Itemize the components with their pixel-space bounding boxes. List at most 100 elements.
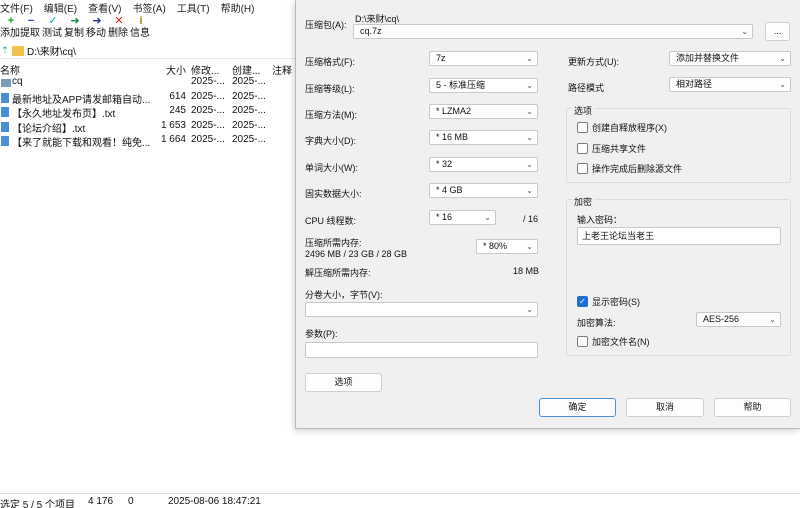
enc-method-value: AES-256 xyxy=(703,314,740,324)
col-modified[interactable]: 修改... xyxy=(191,62,219,77)
method-value: * LZMA2 xyxy=(436,106,472,116)
col-comment[interactable]: 注释 xyxy=(272,62,292,77)
copy-button[interactable]: ➜ 复制 xyxy=(64,14,86,42)
params-label: 参数(P): xyxy=(305,329,338,339)
move-icon: ➜ xyxy=(92,15,102,27)
encrypt-names-checkbox[interactable]: 加密文件名(N) xyxy=(577,335,650,348)
row-created: 2025-... xyxy=(232,119,266,131)
sfx-checkbox[interactable]: 创建自释放程序(X) xyxy=(577,121,667,134)
address-bar[interactable]: ⇡ D:\来财\cq\ xyxy=(0,43,296,59)
update-value: 添加并替换文件 xyxy=(676,53,740,63)
checkbox-box xyxy=(577,163,588,174)
row-name: 【来了就能下载和观看！纯免... xyxy=(12,138,151,149)
password-label: 输入密码： xyxy=(577,215,623,225)
delete-after-label: 操作完成后删除源文件 xyxy=(592,164,683,174)
chevron-down-icon: ⌄ xyxy=(526,242,533,251)
format-value: 7z xyxy=(436,53,446,63)
row-modified: 2025-... xyxy=(191,90,225,102)
threads-select[interactable]: * 16 ⌄ xyxy=(429,210,496,225)
test-icon: ✓ xyxy=(48,15,58,27)
enc-method-select[interactable]: AES-256 ⌄ xyxy=(696,312,781,327)
dict-value: * 16 MB xyxy=(436,132,469,142)
move-button[interactable]: ➜ 移动 xyxy=(86,14,108,42)
help-button[interactable]: 帮助 xyxy=(714,398,791,417)
params-input[interactable] xyxy=(305,342,538,358)
menu-edit[interactable]: 编辑(E) xyxy=(44,0,77,15)
shared-files-checkbox[interactable]: 压缩共享文件 xyxy=(577,142,646,155)
table-row[interactable]: 【来了就能下载和观看！纯免... 1 664 2025-... 2025-... xyxy=(0,134,296,149)
solid-select[interactable]: * 4 GB ⌄ xyxy=(429,183,538,198)
row-size: 614 xyxy=(169,90,186,102)
archive-name-combo[interactable]: cq.7z ⌄ xyxy=(353,24,753,39)
address-path: D:\来财\cq\ xyxy=(27,47,76,58)
split-select[interactable]: ⌄ xyxy=(305,302,538,317)
format-select[interactable]: 7z ⌄ xyxy=(429,51,538,66)
pathmode-select[interactable]: 相对路径 ⌄ xyxy=(669,77,791,92)
dict-select[interactable]: * 16 MB ⌄ xyxy=(429,130,538,145)
extract-label: 提取 xyxy=(20,28,40,39)
status-bar: 选定 5 / 5 个项目 4 176 0 2025-08-06 18:47:21 xyxy=(0,493,800,508)
row-created: 2025-... xyxy=(232,76,266,87)
menu-view[interactable]: 查看(V) xyxy=(88,0,121,15)
delete-after-checkbox[interactable]: 操作完成后删除源文件 xyxy=(577,162,682,175)
encrypt-names-label: 加密文件名(N) xyxy=(592,337,650,347)
check-icon: ✓ xyxy=(577,296,588,307)
password-input[interactable]: 上老王论坛当老王 xyxy=(577,227,781,245)
archive-name-value: cq.7z xyxy=(360,26,382,36)
info-label: 信息 xyxy=(130,28,150,39)
up-arrow-icon[interactable]: ⇡ xyxy=(0,45,10,56)
word-select[interactable]: * 32 ⌄ xyxy=(429,157,538,172)
method-label: 压缩方法(M): xyxy=(305,110,357,120)
info-icon: i xyxy=(139,15,143,27)
browse-button[interactable]: ... xyxy=(765,22,790,41)
table-row[interactable]: 【论坛介绍】.txt 1 653 2025-... 2025-... xyxy=(0,120,296,135)
ok-button[interactable]: 确定 xyxy=(539,398,616,417)
delete-button[interactable]: ✕ 删除 xyxy=(108,14,130,42)
update-select[interactable]: 添加并替换文件 ⌄ xyxy=(669,51,791,66)
file-icon xyxy=(1,136,9,146)
info-button[interactable]: i 信息 xyxy=(130,14,152,42)
col-name[interactable]: 名称 xyxy=(0,62,20,77)
status-zero: 0 xyxy=(128,496,134,507)
word-value: * 32 xyxy=(436,159,453,169)
show-password-checkbox[interactable]: ✓ 显示密码(S) xyxy=(577,295,640,308)
chevron-down-icon: ⌄ xyxy=(526,133,533,142)
pathmode-label: 路径模式 xyxy=(568,83,605,93)
enc-method-label: 加密算法: xyxy=(577,318,616,328)
chevron-down-icon[interactable]: ⌄ xyxy=(741,25,748,38)
cancel-button[interactable]: 取消 xyxy=(626,398,704,417)
split-label: 分卷大小，字节(V): xyxy=(305,290,383,300)
row-modified: 2025-... xyxy=(191,134,225,145)
checkbox-box xyxy=(577,143,588,154)
checkbox-box xyxy=(577,336,588,347)
file-icon xyxy=(1,92,9,103)
toolbar: + 添加 − 提取 ✓ 测试 ➜ 复制 ➜ 移动 ✕ 删除 i 信息 xyxy=(0,14,296,42)
test-label: 测试 xyxy=(42,28,62,39)
chevron-down-icon: ⌄ xyxy=(484,213,491,222)
archive-label: 压缩包(A): xyxy=(305,20,347,30)
options-button[interactable]: 选项 xyxy=(305,373,382,392)
options-group-title: 选项 xyxy=(572,104,595,117)
level-select[interactable]: 5 - 标准压缩 ⌄ xyxy=(429,78,538,93)
method-select[interactable]: * LZMA2 ⌄ xyxy=(429,104,538,119)
test-button[interactable]: ✓ 测试 xyxy=(42,14,64,42)
table-row[interactable]: 最新地址及APP请发邮箱自动... 614 2025-... 2025-... xyxy=(0,91,296,106)
col-size[interactable]: 大小 xyxy=(166,62,186,77)
file-list: cq 2025-... 2025-... 最新地址及APP请发邮箱自动... 6… xyxy=(0,76,296,149)
chevron-down-icon: ⌄ xyxy=(526,81,533,90)
table-row[interactable]: cq 2025-... 2025-... xyxy=(0,76,296,91)
menu-help[interactable]: 帮助(H) xyxy=(221,0,255,15)
menu-file[interactable]: 文件(F) xyxy=(0,0,33,15)
mem-percent-select[interactable]: * 80% ⌄ xyxy=(476,239,538,254)
menu-tools[interactable]: 工具(T) xyxy=(177,0,210,15)
chevron-down-icon: ⌄ xyxy=(526,160,533,169)
add-icon: + xyxy=(7,15,15,27)
menu-bookmarks[interactable]: 书签(A) xyxy=(132,0,165,15)
row-size: 1 653 xyxy=(160,119,186,131)
extract-button[interactable]: − 提取 xyxy=(20,14,42,42)
chevron-down-icon: ⌄ xyxy=(526,107,533,116)
add-to-archive-dialog: 压缩包(A): D:\来财\cq\ cq.7z ⌄ ... 压缩格式(F): 7… xyxy=(295,0,800,429)
delete-icon: ✕ xyxy=(114,15,124,27)
col-created[interactable]: 创建... xyxy=(232,62,260,77)
table-row[interactable]: 【永久地址发布页】.txt 245 2025-... 2025-... xyxy=(0,105,296,120)
